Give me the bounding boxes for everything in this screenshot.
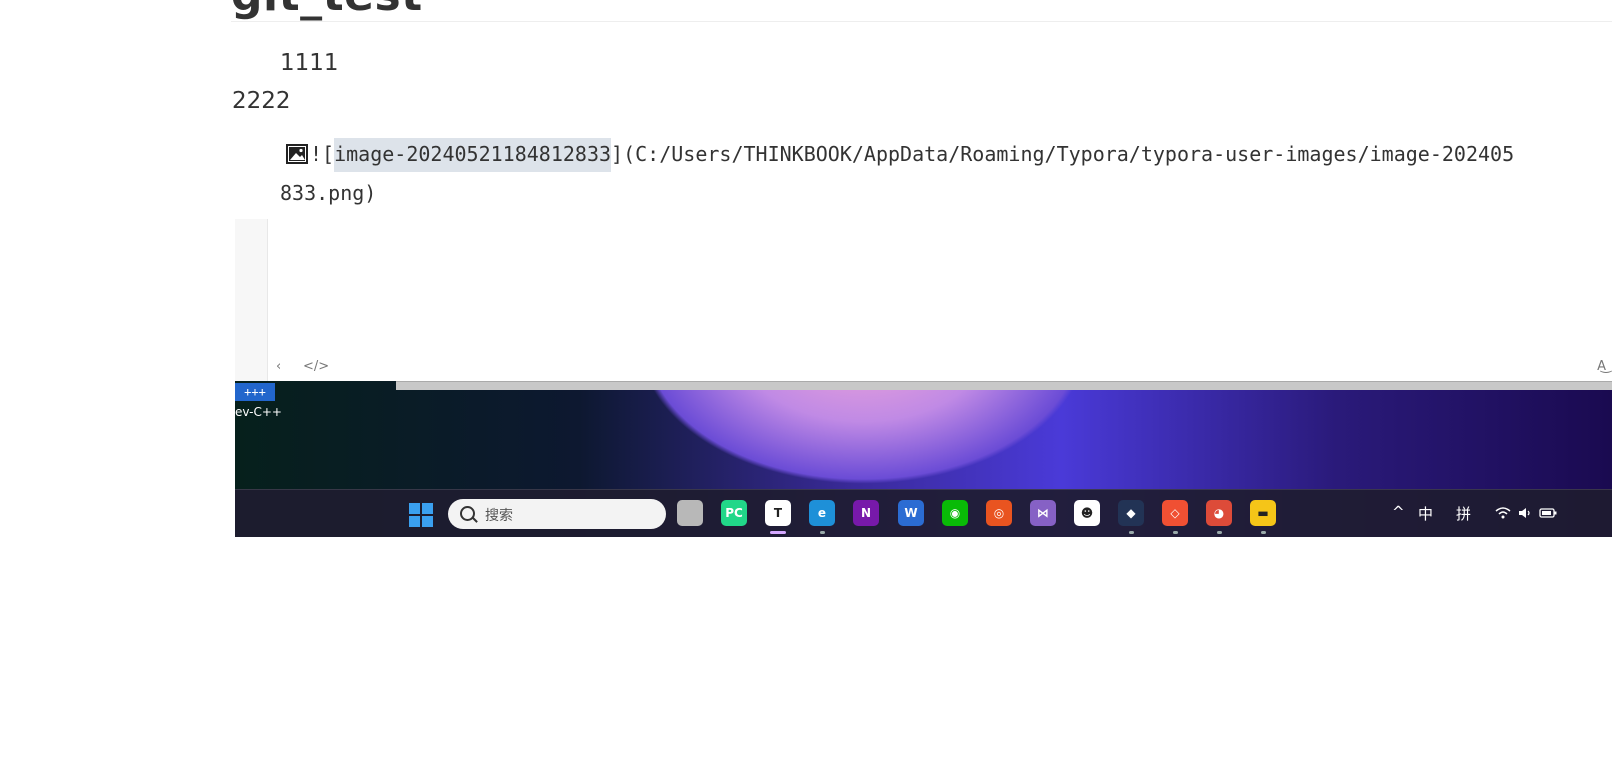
windows-start-icon[interactable] bbox=[409, 503, 433, 527]
search-icon bbox=[460, 506, 475, 521]
embedded-desktop-screenshot: +++ ev-C++ 搜索 PC Te N W ◉ ◎ ⋈ ☻ ◆ ◇ ◕ ▬ ^ 中 拼 bbox=[235, 381, 1612, 537]
wifi-icon[interactable] bbox=[1495, 507, 1511, 519]
qq-icon[interactable]: ☻ bbox=[1074, 500, 1100, 526]
taskbar: 搜索 PC Te N W ◉ ◎ ⋈ ☻ ◆ ◇ ◕ ▬ ^ 中 拼 bbox=[235, 489, 1612, 537]
back-icon[interactable]: ‹ bbox=[276, 359, 281, 374]
pycharm-icon[interactable]: PC bbox=[721, 500, 747, 526]
tray-chevron-icon[interactable]: ^ bbox=[1392, 503, 1405, 521]
running-app-dot bbox=[820, 531, 825, 534]
edge-icon[interactable]: e bbox=[809, 500, 835, 534]
task-view-icon[interactable] bbox=[677, 500, 703, 526]
running-app-dot bbox=[1129, 531, 1134, 534]
paragraph-1111[interactable]: 1111 bbox=[280, 50, 339, 76]
search-placeholder: 搜索 bbox=[485, 508, 513, 524]
editor-gutter bbox=[235, 219, 268, 381]
taskbar-search[interactable]: 搜索 bbox=[448, 499, 666, 529]
chrome-icon[interactable]: ◕ bbox=[1206, 500, 1232, 534]
ime-language-indicator[interactable]: 中 bbox=[1418, 503, 1433, 524]
image-alt-text[interactable]: image-20240521184812833 bbox=[334, 138, 612, 172]
word-icon[interactable]: W bbox=[898, 500, 924, 526]
typora-icon[interactable]: T bbox=[765, 500, 791, 534]
git-gui-icon[interactable]: ◇ bbox=[1162, 500, 1188, 534]
visual-studio-icon[interactable]: ⋈ bbox=[1030, 500, 1056, 526]
onenote-icon[interactable]: N bbox=[853, 500, 879, 526]
markdown-path: ](C:/Users/THINKBOOK/AppData/Roaming/Typ… bbox=[611, 142, 1515, 166]
editor-toolbar: ‹ </> A͜ bbox=[235, 359, 1612, 381]
markdown-image-source[interactable]: ![image-20240521184812833](C:/Users/THIN… bbox=[286, 138, 1515, 172]
horizontal-scrollbar[interactable] bbox=[396, 381, 1612, 390]
image-icon bbox=[286, 144, 308, 164]
source-code-icon[interactable]: </> bbox=[303, 359, 329, 374]
ime-mode-indicator[interactable]: 拼 bbox=[1456, 503, 1471, 524]
heading-divider bbox=[231, 21, 1612, 22]
cat-app-icon[interactable]: ◆ bbox=[1118, 500, 1144, 534]
markdown-image-source-cont[interactable]: 833.png) bbox=[280, 181, 376, 205]
running-app-dot bbox=[1173, 531, 1178, 534]
markdown-prefix: ![ bbox=[310, 142, 335, 166]
volume-icon[interactable] bbox=[1518, 507, 1532, 519]
active-app-indicator bbox=[770, 531, 786, 534]
file-explorer-icon[interactable]: ▬ bbox=[1250, 500, 1276, 534]
ubuntu-icon[interactable]: ◎ bbox=[986, 500, 1012, 526]
spellcheck-icon[interactable]: A͜ bbox=[1597, 359, 1606, 374]
devcpp-icon[interactable]: +++ bbox=[235, 383, 275, 401]
battery-icon[interactable] bbox=[1539, 507, 1557, 519]
running-app-dot bbox=[1217, 531, 1222, 534]
desktop-icon-label: ev-C++ bbox=[235, 405, 282, 419]
image-preview-editor[interactable]: ‹ </> A͜ bbox=[235, 219, 1612, 381]
running-app-dot bbox=[1261, 531, 1266, 534]
wechat-icon[interactable]: ◉ bbox=[942, 500, 968, 526]
paragraph-2222[interactable]: 2222 bbox=[232, 88, 291, 114]
document-heading: git_test bbox=[231, 0, 423, 21]
